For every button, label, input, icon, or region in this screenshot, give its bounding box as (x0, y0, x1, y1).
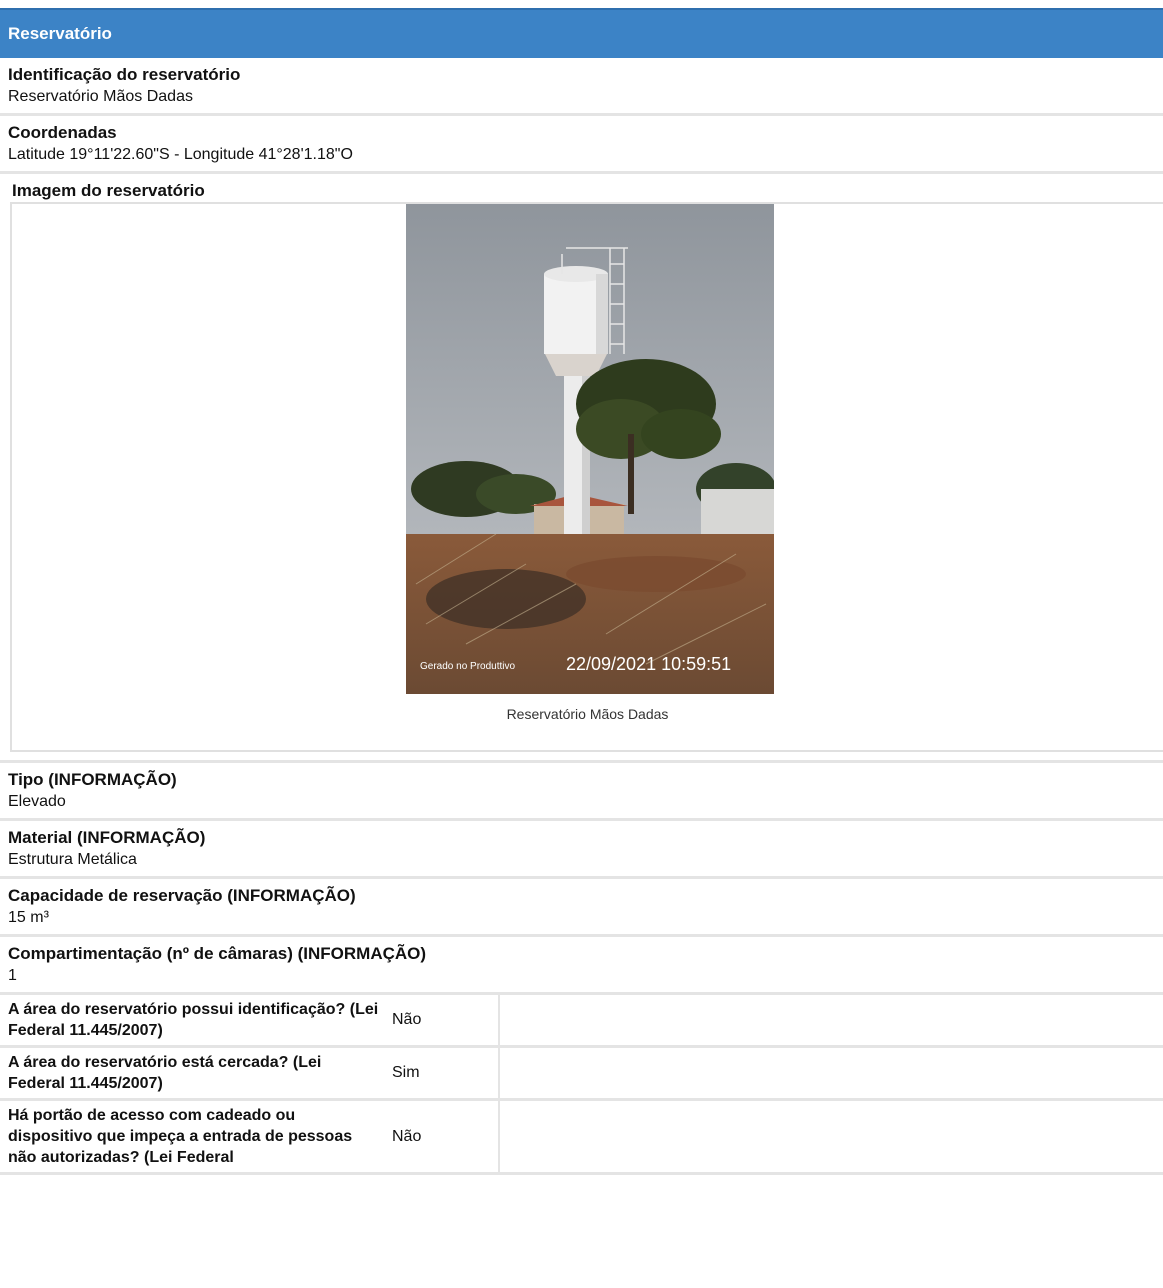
field-label: Material (INFORMAÇÃO) (8, 828, 206, 847)
image-container: Gerado no Produttivo 22/09/2021 10:59:51… (10, 202, 1163, 752)
field-compartimentacao: Compartimentação (nº de câmaras) (INFORM… (0, 937, 1163, 995)
image-caption: Reservatório Mãos Dadas (506, 706, 669, 722)
field-value: 1 (8, 967, 17, 984)
section-title: Reservatório (8, 24, 112, 43)
section-header: Reservatório (0, 8, 1163, 58)
notes-cell (499, 995, 1163, 1048)
field-label: Imagem do reservatório (12, 181, 205, 200)
question-text: Há portão de acesso com cadeado ou dispo… (0, 1099, 388, 1175)
field-identificacao: Identificação do reservatório Reservatór… (0, 58, 1163, 116)
field-value: Latitude 19°11'22.60"S - Longitude 41°28… (8, 146, 353, 163)
answer-text: Não (388, 1099, 500, 1175)
answer-text: Não (388, 995, 500, 1048)
questions-table: A área do reservatório possui identifica… (0, 995, 1163, 1175)
report-page: Reservatório Identificação do reservatór… (0, 8, 1163, 1175)
field-label: Tipo (INFORMAÇÃO) (8, 770, 177, 789)
field-tipo: Tipo (INFORMAÇÃO) Elevado (0, 763, 1163, 821)
field-label: Compartimentação (nº de câmaras) (INFORM… (8, 944, 427, 963)
field-label: Coordenadas (8, 123, 117, 142)
field-value: Estrutura Metálica (8, 851, 137, 868)
photo-timestamp: 22/09/2021 10:59:51 (566, 654, 731, 674)
question-text: A área do reservatório possui identifica… (0, 995, 388, 1048)
field-coordenadas: Coordenadas Latitude 19°11'22.60"S - Lon… (0, 116, 1163, 174)
field-label: Capacidade de reservação (INFORMAÇÃO) (8, 886, 356, 905)
notes-cell (499, 1099, 1163, 1175)
table-row: A área do reservatório está cercada? (Le… (0, 1046, 1163, 1101)
field-capacidade: Capacidade de reservação (INFORMAÇÃO) 15… (0, 879, 1163, 937)
answer-text: Sim (388, 1046, 500, 1101)
table-row: Há portão de acesso com cadeado ou dispo… (0, 1099, 1163, 1175)
water-tower-image: Gerado no Produttivo 22/09/2021 10:59:51 (406, 204, 774, 694)
field-imagem: Imagem do reservatório Gerado no Produtt… (0, 174, 1163, 763)
field-value: Reservatório Mãos Dadas (8, 88, 193, 105)
reservoir-photo[interactable]: Gerado no Produttivo 22/09/2021 10:59:51 (406, 204, 774, 694)
photo-watermark: Gerado no Produttivo (420, 661, 515, 672)
field-value: Elevado (8, 793, 66, 810)
field-value: 15 m³ (8, 909, 49, 926)
field-material: Material (INFORMAÇÃO) Estrutura Metálica (0, 821, 1163, 879)
field-label: Identificação do reservatório (8, 65, 241, 84)
table-row: A área do reservatório possui identifica… (0, 995, 1163, 1048)
question-text: A área do reservatório está cercada? (Le… (0, 1046, 388, 1101)
notes-cell (499, 1046, 1163, 1101)
